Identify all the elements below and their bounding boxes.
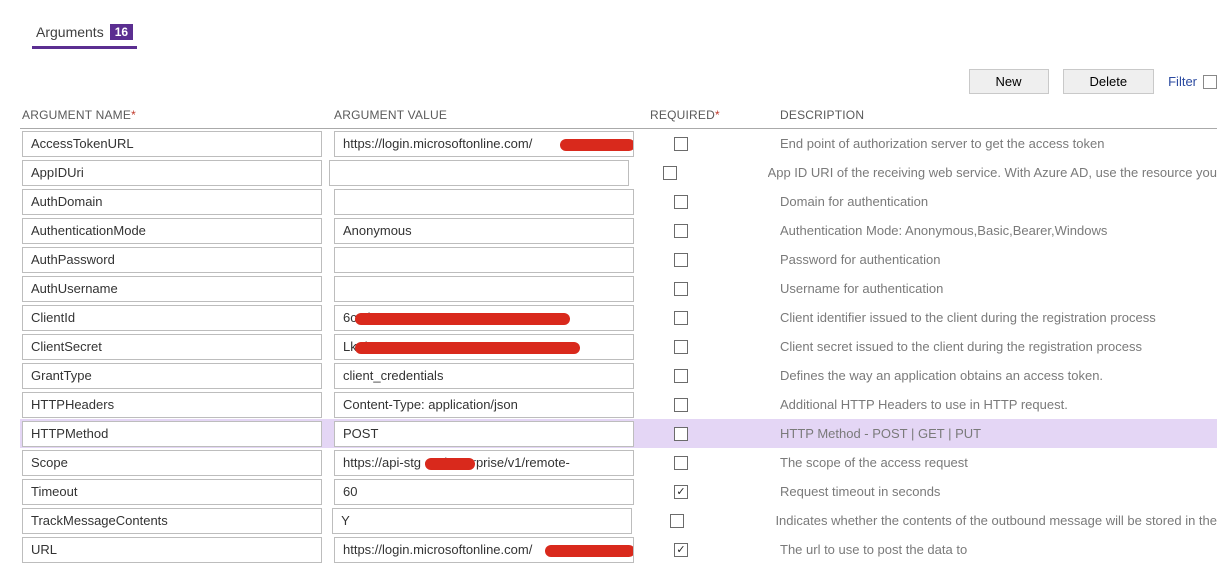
header-argument-name[interactable]: ARGUMENT NAME* [20,108,334,122]
required-checkbox[interactable] [670,514,684,528]
required-checkbox[interactable] [674,398,688,412]
argument-value-input[interactable]: POST [334,421,634,447]
table-row[interactable]: AuthUsername Username for authentication [20,274,1217,303]
argument-name-input[interactable]: AuthenticationMode [22,218,322,244]
table-row[interactable]: AppIDUri App ID URI of the receiving web … [20,158,1217,187]
argument-name-input[interactable]: AuthUsername [22,276,322,302]
redaction-overlay [355,342,580,354]
table-row[interactable]: ClientSecret Lk dEY Client secret issued t… [20,332,1217,361]
argument-description: Username for authentication [780,281,1217,296]
argument-value-input[interactable] [334,189,634,215]
required-checkbox[interactable] [674,137,688,151]
argument-description: The scope of the access request [780,455,1217,470]
required-star: * [715,108,720,122]
argument-name-input[interactable]: ClientSecret [22,334,322,360]
argument-value-input[interactable]: Y [332,508,632,534]
required-checkbox[interactable] [674,456,688,470]
argument-value-input[interactable]: 60 [334,479,634,505]
redaction-overlay [425,458,475,470]
argument-name-input[interactable]: GrantType [22,363,322,389]
required-checkbox[interactable] [674,369,688,383]
redaction-overlay [355,313,570,325]
argument-name-input[interactable]: ClientId [22,305,322,331]
filter-group: Filter [1168,74,1217,89]
argument-description: Domain for authentication [780,194,1217,209]
argument-description: Client secret issued to the client durin… [780,339,1217,354]
tab-count-badge: 16 [110,24,133,40]
argument-name-input[interactable]: AuthDomain [22,189,322,215]
argument-description: Password for authentication [780,252,1217,267]
argument-value-input[interactable]: Lk dEY [334,334,634,360]
argument-name-input[interactable]: HTTPMethod [22,421,322,447]
required-checkbox[interactable] [674,340,688,354]
tab-bar: Arguments 16 [20,20,1217,49]
argument-name-input[interactable]: AccessTokenURL [22,131,322,157]
required-star: * [131,108,136,122]
required-checkbox[interactable] [674,224,688,238]
table-row[interactable]: TrackMessageContents Y Indicates whether t… [20,506,1217,535]
argument-description: Request timeout in seconds [780,484,1217,499]
argument-value-input[interactable]: 6c 7b [334,305,634,331]
required-checkbox[interactable] [674,311,688,325]
header-required[interactable]: REQUIRED* [650,108,780,122]
required-checkbox[interactable] [674,427,688,441]
redaction-overlay [560,139,634,151]
table-row[interactable]: AccessTokenURL https://login.microsoftonl… [20,129,1217,158]
argument-value-input[interactable] [329,160,629,186]
tab-arguments[interactable]: Arguments 16 [32,20,137,49]
argument-name-input[interactable]: Timeout [22,479,322,505]
argument-name-input[interactable]: URL [22,537,322,563]
required-checkbox[interactable] [663,166,677,180]
required-checkbox[interactable] [674,485,688,499]
argument-value-input[interactable] [334,276,634,302]
table-row[interactable]: Scope https://api-stg om/enterprise/v1/re… [20,448,1217,477]
argument-description: HTTP Method - POST | GET | PUT [780,426,1217,441]
required-checkbox[interactable] [674,253,688,267]
table-row[interactable]: HTTPHeaders Content-Type: application/jso… [20,390,1217,419]
new-button[interactable]: New [969,69,1049,94]
argument-value-input[interactable]: Anonymous [334,218,634,244]
table-row[interactable]: AuthenticationMode Anonymous Authenticatio… [20,216,1217,245]
table-row[interactable]: HTTPMethod POST HTTP Method - POST | GET |… [20,419,1217,448]
table-row[interactable]: GrantType client_credentials Defines the w… [20,361,1217,390]
argument-value-input[interactable]: https://api-stg om/enterprise/v1/remote- [334,450,634,476]
redaction-overlay [545,545,634,557]
argument-description: Indicates whether the contents of the ou… [775,513,1217,528]
table-row[interactable]: Timeout 60 Request timeout in seconds [20,477,1217,506]
table-row[interactable]: AuthPassword Password for authentication [20,245,1217,274]
argument-name-input[interactable]: AuthPassword [22,247,322,273]
header-argument-value[interactable]: ARGUMENT VALUE [334,108,650,122]
argument-description: App ID URI of the receiving web service.… [768,165,1217,180]
argument-value-input[interactable]: https://login.microsoftonline.com/ [334,537,634,563]
argument-description: Client identifier issued to the client d… [780,310,1217,325]
arguments-grid: ARGUMENT NAME* ARGUMENT VALUE REQUIRED* … [20,102,1217,564]
grid-header: ARGUMENT NAME* ARGUMENT VALUE REQUIRED* … [20,102,1217,129]
delete-button[interactable]: Delete [1063,69,1155,94]
required-checkbox[interactable] [674,195,688,209]
argument-name-input[interactable]: Scope [22,450,322,476]
filter-checkbox[interactable] [1203,75,1217,89]
argument-name-input[interactable]: TrackMessageContents [22,508,322,534]
argument-name-input[interactable]: AppIDUri [22,160,322,186]
table-row[interactable]: ClientId 6c 7b Client identifier issued to… [20,303,1217,332]
argument-name-input[interactable]: HTTPHeaders [22,392,322,418]
tab-label: Arguments [36,24,104,40]
header-description[interactable]: DESCRIPTION [780,108,1217,122]
argument-value-input[interactable]: https://login.microsoftonline.com/ [334,131,634,157]
toolbar: New Delete Filter [20,69,1217,94]
argument-description: The url to use to post the data to [780,542,1217,557]
argument-value-input[interactable]: Content-Type: application/json [334,392,634,418]
required-checkbox[interactable] [674,543,688,557]
argument-description: End point of authorization server to get… [780,136,1217,151]
argument-value-input[interactable]: client_credentials [334,363,634,389]
table-row[interactable]: AuthDomain Domain for authentication [20,187,1217,216]
required-checkbox[interactable] [674,282,688,296]
argument-description: Additional HTTP Headers to use in HTTP r… [780,397,1217,412]
table-row[interactable]: URL https://login.microsoftonline.com/The… [20,535,1217,564]
argument-description: Authentication Mode: Anonymous,Basic,Bea… [780,223,1217,238]
argument-value-input[interactable] [334,247,634,273]
filter-label: Filter [1168,74,1197,89]
argument-description: Defines the way an application obtains a… [780,368,1217,383]
